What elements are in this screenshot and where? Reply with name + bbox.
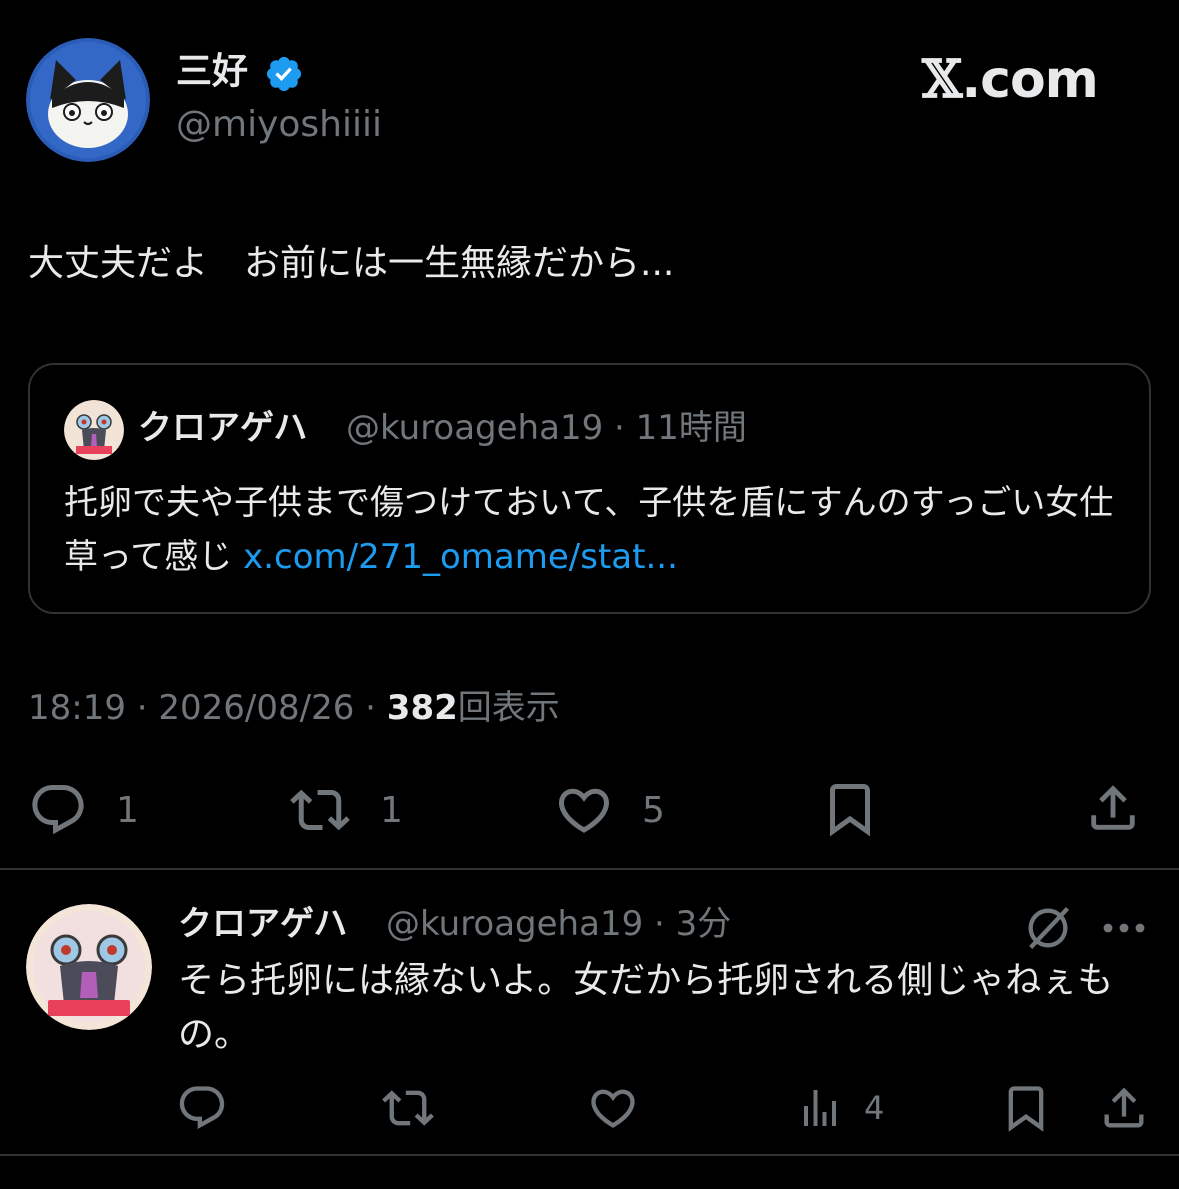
reply-author-meta[interactable]: @kuroageha19 · 3分: [386, 902, 731, 946]
analytics-icon: [804, 1090, 836, 1126]
quoted-tweet-text: 托卵で夫や子供まで傷つけておいて、子供を盾にすんのすっごい女仕草って感じ x.c…: [64, 476, 1124, 584]
grok-icon: [1028, 907, 1070, 949]
reply-icon: [179, 1086, 225, 1130]
bookmark-button[interactable]: [820, 778, 880, 840]
tweet-timestamp[interactable]: 18:19 · 2026/08/26 ·: [28, 688, 387, 728]
verified-badge-icon: [264, 54, 304, 94]
reply-count: 1: [116, 789, 139, 831]
like-count: 5: [642, 789, 665, 831]
reply-author-name[interactable]: クロアゲハ: [178, 902, 347, 946]
reply-text: そら托卵には縁ないよ。女だから托卵される側じゃねぇもの。: [178, 960, 1114, 1055]
reply-retweet-button[interactable]: [380, 1082, 436, 1134]
quoted-author-meta[interactable]: @kuroageha19 · 11時間: [346, 406, 747, 450]
reply-bookmark-button[interactable]: [1000, 1082, 1052, 1134]
quoted-author-name[interactable]: クロアゲハ: [138, 406, 307, 450]
reply-reply-button[interactable]: [176, 1082, 228, 1134]
author-name[interactable]: 三好: [176, 50, 248, 94]
views-label: 回表示: [457, 688, 560, 728]
more-options-button[interactable]: [1100, 908, 1148, 952]
more-icon: [1103, 923, 1145, 933]
reply-share-button[interactable]: [1098, 1082, 1150, 1134]
retweet-count: 1: [380, 789, 403, 831]
like-button[interactable]: 5: [554, 780, 665, 840]
bookmark-icon: [1008, 1086, 1044, 1132]
brand-logo: 𝕏.com: [922, 49, 1099, 111]
grok-button[interactable]: [1022, 902, 1074, 958]
retweet-icon: [290, 789, 350, 831]
reply-button[interactable]: 1: [28, 780, 139, 840]
author-handle[interactable]: @miyoshiiii: [176, 103, 382, 147]
tweet-meta: 18:19 · 2026/08/26 · 382回表示: [28, 686, 560, 730]
author-avatar[interactable]: [26, 38, 150, 162]
share-icon: [1104, 1087, 1144, 1128]
reply-views-count: 4: [864, 1089, 885, 1127]
bookmark-icon: [830, 784, 870, 837]
heart-icon: [558, 788, 610, 833]
share-button[interactable]: [1084, 778, 1142, 838]
quoted-tweet-link[interactable]: x.com/271_omame/stat...: [243, 537, 678, 577]
tweet-text: 大丈夫だよ お前には一生無縁だから...: [28, 243, 675, 284]
heart-icon: [591, 1089, 635, 1128]
divider: [0, 1154, 1179, 1156]
quoted-author-avatar[interactable]: [64, 400, 124, 460]
views-count: 382: [386, 688, 458, 728]
reply-views-button[interactable]: 4: [796, 1082, 884, 1134]
retweet-button[interactable]: 1: [288, 780, 403, 840]
reply-icon: [32, 785, 84, 835]
share-icon: [1091, 785, 1135, 830]
reply-like-button[interactable]: [586, 1082, 640, 1134]
reply-author-avatar[interactable]: [26, 904, 152, 1030]
retweet-icon: [382, 1090, 434, 1126]
divider: [0, 868, 1179, 870]
